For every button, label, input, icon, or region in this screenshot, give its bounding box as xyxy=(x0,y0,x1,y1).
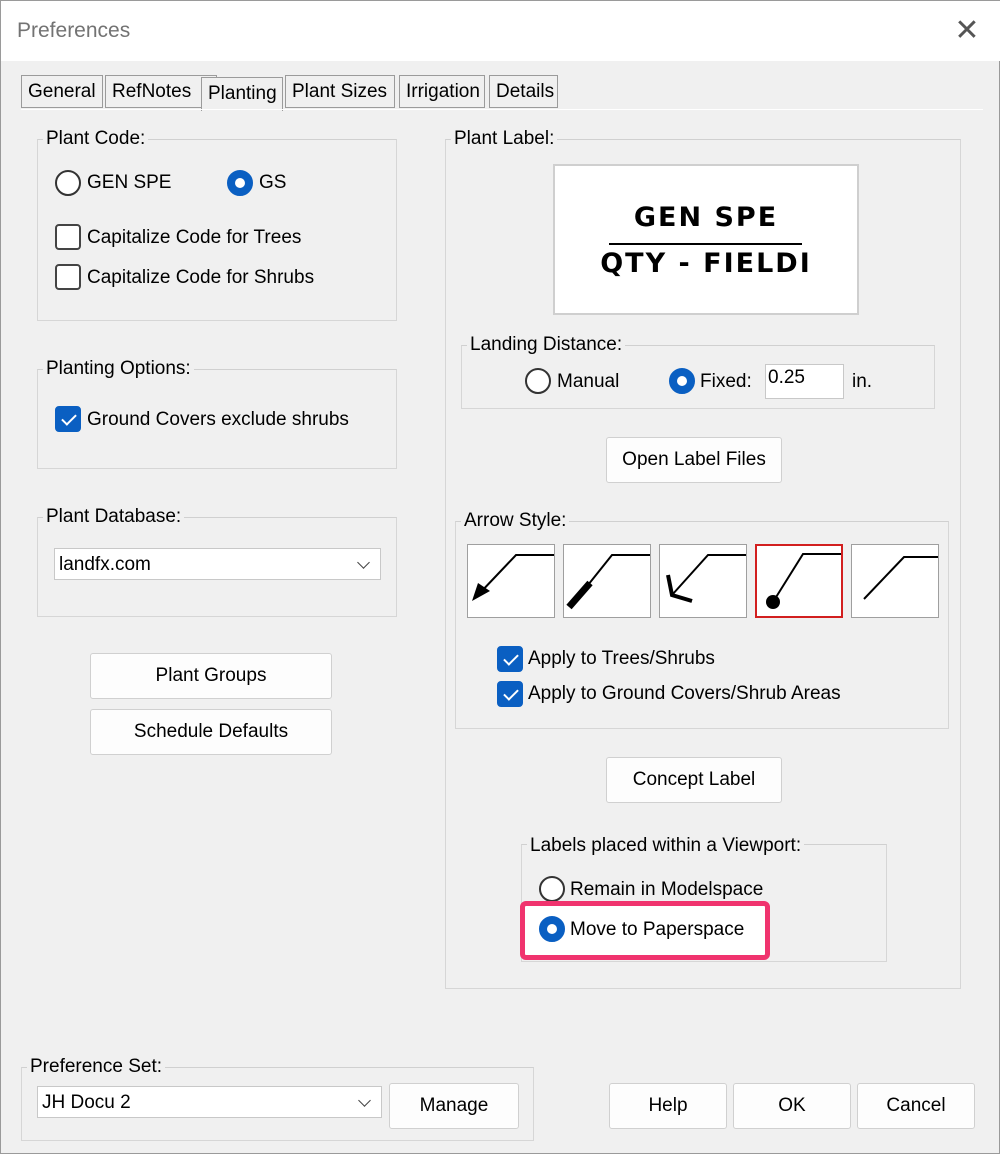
apply-trees-checkbox[interactable] xyxy=(497,646,523,672)
viewport-label: Labels placed within a Viewport: xyxy=(527,835,805,857)
gs-label: GS xyxy=(259,172,287,193)
plain-line-arrow-icon xyxy=(863,556,938,600)
manual-label: Manual xyxy=(557,371,620,392)
dot-arrow-icon xyxy=(766,553,841,609)
landing-distance-input[interactable]: 0.25 xyxy=(765,364,844,399)
capitalize-trees-checkbox[interactable] xyxy=(55,224,81,250)
tab-plant-sizes[interactable]: Plant Sizes xyxy=(285,75,395,108)
plant-database-label: Plant Database: xyxy=(43,506,185,528)
ground-covers-label: Ground Covers exclude shrubs xyxy=(87,409,349,430)
open-label-files-button[interactable]: Open Label Files xyxy=(606,437,782,483)
manage-button[interactable]: Manage xyxy=(389,1083,519,1129)
gen-spe-radio[interactable] xyxy=(55,170,81,196)
label-preview: GEN SPE QTY - FIELDI xyxy=(553,164,859,315)
arrow-style-label: Arrow Style: xyxy=(461,510,570,532)
plant-database-value: landfx.com xyxy=(59,554,151,575)
gs-radio[interactable] xyxy=(227,170,253,196)
chevron-down-icon xyxy=(358,1094,371,1107)
landing-distance-unit: in. xyxy=(852,371,873,392)
apply-ground-label: Apply to Ground Covers/Shrub Areas xyxy=(528,683,841,704)
preference-set-value: JH Docu 2 xyxy=(42,1092,131,1113)
planting-options-label: Planting Options: xyxy=(43,358,194,380)
ground-covers-checkbox[interactable] xyxy=(55,406,81,432)
move-paperspace-label: Move to Paperspace xyxy=(570,919,745,940)
open-arrow-icon xyxy=(666,554,746,603)
capitalize-trees-label: Capitalize Code for Trees xyxy=(87,227,302,248)
arrow-style-open-arrow[interactable] xyxy=(659,544,747,618)
arrow-style-dot[interactable] xyxy=(755,544,843,618)
tab-panel-divider xyxy=(21,109,983,110)
tab-irrigation[interactable]: Irrigation xyxy=(399,75,485,108)
plant-label-label: Plant Label: xyxy=(451,128,558,150)
label-preview-divider xyxy=(609,243,802,245)
filled-arrow-icon xyxy=(472,554,554,601)
title-bar: Preferences ✕ xyxy=(1,1,1000,61)
capitalize-shrubs-checkbox[interactable] xyxy=(55,264,81,290)
preferences-dialog: Preferences ✕ General RefNotes Planting … xyxy=(0,0,1000,1154)
arrow-style-filled-arrow[interactable] xyxy=(467,544,555,618)
remain-modelspace-radio[interactable] xyxy=(539,876,565,902)
cancel-button[interactable]: Cancel xyxy=(857,1083,975,1129)
schedule-defaults-button[interactable]: Schedule Defaults xyxy=(90,709,332,755)
plant-database-select[interactable]: landfx.com xyxy=(54,548,381,580)
manual-radio[interactable] xyxy=(525,368,551,394)
close-icon[interactable]: ✕ xyxy=(947,13,987,49)
tab-details[interactable]: Details xyxy=(489,75,558,108)
window-title: Preferences xyxy=(17,19,131,42)
preference-set-label: Preference Set: xyxy=(27,1056,166,1078)
thick-line-arrow-icon xyxy=(566,554,650,610)
arrow-style-plain-line[interactable] xyxy=(851,544,939,618)
plant-groups-button[interactable]: Plant Groups xyxy=(90,653,332,699)
chevron-down-icon xyxy=(357,556,370,569)
apply-trees-label: Apply to Trees/Shrubs xyxy=(528,648,715,669)
move-paperspace-radio[interactable] xyxy=(539,916,565,942)
help-button[interactable]: Help xyxy=(609,1083,727,1129)
tab-general[interactable]: General xyxy=(21,75,103,108)
preference-set-select[interactable]: JH Docu 2 xyxy=(37,1086,382,1118)
gen-spe-label: GEN SPE xyxy=(87,172,172,193)
fixed-label: Fixed: xyxy=(700,371,752,392)
fixed-radio[interactable] xyxy=(669,368,695,394)
capitalize-shrubs-label: Capitalize Code for Shrubs xyxy=(87,267,315,288)
concept-label-button[interactable]: Concept Label xyxy=(606,757,782,803)
tab-planting[interactable]: Planting xyxy=(201,77,283,111)
remain-modelspace-label: Remain in Modelspace xyxy=(570,879,764,900)
label-preview-line2: QTY - FIELDI xyxy=(600,248,812,279)
ok-button[interactable]: OK xyxy=(733,1083,851,1129)
apply-ground-checkbox[interactable] xyxy=(497,681,523,707)
landing-distance-label: Landing Distance: xyxy=(467,334,626,356)
arrow-style-thick-line[interactable] xyxy=(563,544,651,618)
label-preview-line1: GEN SPE xyxy=(633,202,779,233)
plant-code-label: Plant Code: xyxy=(43,128,149,150)
